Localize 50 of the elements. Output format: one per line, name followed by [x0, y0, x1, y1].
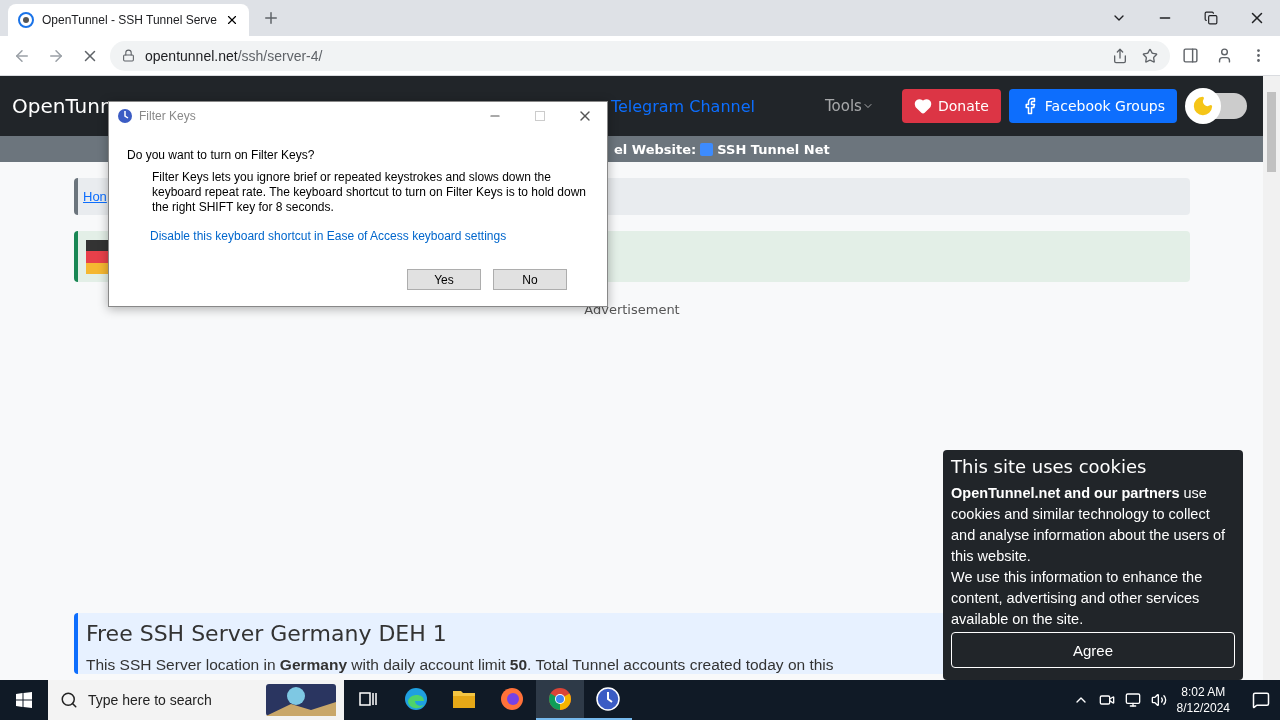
server-description: This SSH Server location in Germany with daily account limit 50. Total Tunnel accounts created today on this [86, 656, 835, 674]
taskbar-search-field[interactable]: Type here to search [48, 680, 344, 720]
restore-icon[interactable] [1204, 11, 1218, 25]
camera-icon[interactable] [1098, 692, 1115, 708]
browser-icon [500, 687, 524, 711]
search-icon [60, 691, 78, 709]
site-icon [18, 12, 34, 28]
breadcrumb-link[interactable]: Hon [83, 189, 107, 204]
side-panel-icon[interactable] [1181, 47, 1199, 64]
browser-tab[interactable]: OpenTunnel - SSH Tunnel Serve [8, 4, 249, 36]
advertisement-label: Advertisement [583, 302, 681, 317]
notifications-icon[interactable] [1252, 691, 1270, 709]
cookie-text: We use this information to enhance the content, advertising and other services available on the site. [951, 568, 1204, 629]
site-icon [700, 142, 714, 156]
lock-icon [122, 49, 135, 62]
dialog-title: Filter Keys [139, 109, 196, 123]
settings-link[interactable]: Disable this keyboard shortcut in Ease of Access keyboard settings [150, 229, 589, 243]
share-icon[interactable] [1112, 47, 1128, 64]
dialog-message: Filter Keys lets you ignore brief or repeated keystrokes and slows down the keyboard repeat rate. The keyboard shortcut to turn on Filter Keys is to hold down the right SHIFT key for 8 seconds. [152, 170, 587, 215]
dialog-button[interactable]: Yes [407, 269, 481, 290]
dialog-button[interactable]: No [493, 269, 567, 290]
close-icon[interactable] [225, 13, 239, 27]
cookie-title: This site uses cookies [951, 456, 1148, 477]
bookmark-star-icon[interactable] [1142, 47, 1158, 64]
maximize-icon [534, 111, 545, 121]
task-view-icon [358, 690, 378, 708]
browser-icon [548, 687, 572, 711]
agree-button[interactable]: Agree [951, 632, 1235, 668]
network-icon[interactable] [1124, 692, 1141, 708]
flag-icon [86, 239, 108, 274]
notice-label: el Website: [614, 141, 697, 157]
new-tab-icon[interactable] [262, 9, 280, 27]
dialog-question: Do you want to turn on Filter Keys? [127, 148, 316, 162]
scrollbar[interactable] [1263, 76, 1280, 680]
windows-logo-icon[interactable] [16, 692, 32, 708]
theme-toggle[interactable] [1185, 88, 1247, 124]
volume-icon[interactable] [1150, 692, 1167, 708]
folder-icon [452, 688, 476, 710]
heart-icon [913, 97, 932, 115]
facebook-groups-button[interactable]: Facebook Groups [1008, 89, 1177, 123]
notice-link[interactable]: SSH Tunnel Net [717, 141, 830, 157]
cookie-text: OpenTunnel.net and our partners use cookies and similar technology to collect and analyse information about the users of this website. [951, 484, 1227, 566]
server-title: Free SSH Server Germany DEH 1 [86, 621, 448, 646]
clock[interactable]: 8:02 AM 8/12/2024 [1176, 684, 1230, 716]
address-bar[interactable]: opentunnel.net/ssh/server-4/ [110, 40, 1170, 71]
browser-icon [404, 687, 428, 711]
tools-menu[interactable]: Tools [825, 97, 874, 115]
donate-button[interactable]: Donate [901, 89, 1001, 123]
moon-icon [1192, 95, 1214, 117]
taskbar-app-button[interactable] [536, 680, 584, 720]
